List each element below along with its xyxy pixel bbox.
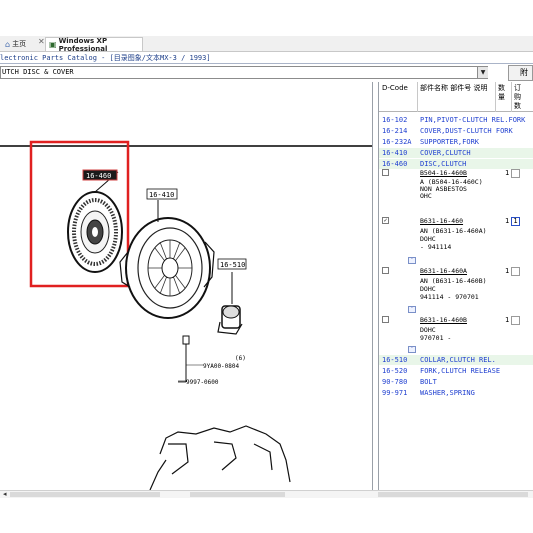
expand-icon[interactable]: · bbox=[408, 306, 416, 313]
order-qty-input[interactable] bbox=[511, 316, 520, 325]
transmission-housing-drawing bbox=[149, 425, 291, 490]
group-select[interactable]: UTCH DISC & COVER bbox=[0, 66, 488, 79]
row-desc: DISC,CLUTCH bbox=[420, 160, 467, 168]
table-row-selected[interactable]: 16-460 DISC,CLUTCH bbox=[379, 159, 533, 169]
header-qty[interactable]: 数量 bbox=[498, 84, 510, 102]
subpart-line: AN (B631-16-460B) bbox=[420, 277, 487, 285]
row-code: 16-214 bbox=[382, 127, 408, 135]
row-desc: WASHER,SPRING bbox=[420, 389, 475, 397]
subpart-item[interactable]: B631-16-460B DOHC 970701 - 1 bbox=[379, 316, 533, 344]
row-code: 16-460 bbox=[382, 160, 408, 168]
row-code: 16-510 bbox=[382, 356, 408, 364]
order-qty-input[interactable] bbox=[511, 169, 520, 178]
release-collar-drawing[interactable] bbox=[217, 272, 243, 335]
expand-icon[interactable]: · bbox=[408, 257, 416, 264]
home-icon: ⌂ bbox=[5, 39, 11, 49]
subpart-item[interactable]: ✓ B631-16-460 AN (B631-16-460A) DOHC - 9… bbox=[379, 217, 533, 251]
app-title: lectronic Parts Catalog - [目录图象/文本MX-3 /… bbox=[0, 54, 211, 62]
header-part-name[interactable]: 部件名称 部件号 说明 bbox=[420, 84, 490, 93]
row-code: 16-520 bbox=[382, 367, 408, 375]
horizontal-scrollbar[interactable] bbox=[10, 492, 160, 497]
status-bar: ◂ bbox=[0, 490, 533, 498]
table-row[interactable]: 99-971 WASHER,SPRING bbox=[379, 388, 533, 398]
subpart-line: DOHC bbox=[420, 235, 436, 243]
table-row[interactable]: 16-510 COLLAR,CLUTCH REL. bbox=[379, 355, 533, 365]
table-row[interactable]: 16-102 PIN,PIVOT-CLUTCH REL.FORK bbox=[379, 115, 533, 125]
callout-washer[interactable]: 9997-0600 bbox=[186, 379, 219, 386]
diagram-pane: 16-460 16-410 16-510 9YA00-0804 (6) 9997… bbox=[0, 82, 373, 490]
bolt-drawing[interactable] bbox=[178, 335, 190, 383]
subpart-line: OHC bbox=[420, 192, 432, 200]
header-order-qty[interactable]: 订购数 bbox=[514, 84, 526, 111]
row-code: 16-410 bbox=[382, 149, 408, 157]
table-row[interactable]: 16-520 FORK,CLUTCH RELEASE bbox=[379, 366, 533, 376]
horizontal-scrollbar[interactable] bbox=[190, 492, 285, 497]
subpart-line: 970701 - bbox=[420, 334, 452, 342]
row-code: 90-780 bbox=[382, 378, 408, 386]
group-select-value: UTCH DISC & COVER bbox=[2, 68, 74, 76]
subpart-line: DOHC bbox=[420, 326, 436, 334]
subpart-checkbox[interactable] bbox=[382, 316, 389, 323]
callout-16-510[interactable]: 16-510 bbox=[220, 261, 245, 269]
parts-grid: D-Code 部件名称 部件号 说明 数量 订购数 16-102 PIN,PIV… bbox=[378, 82, 533, 490]
clutch-cover-drawing[interactable] bbox=[119, 200, 215, 319]
subpart-checkbox[interactable] bbox=[382, 169, 389, 176]
row-desc: BOLT bbox=[420, 378, 437, 386]
row-desc: FORK,CLUTCH RELEASE bbox=[420, 367, 501, 375]
chevron-down-icon[interactable]: ▼ bbox=[477, 67, 488, 78]
subpart-checkbox-checked[interactable]: ✓ bbox=[382, 217, 389, 224]
subpart-line: DOHC bbox=[420, 285, 436, 293]
callout-16-410[interactable]: 16-410 bbox=[149, 191, 174, 199]
subpart-line: - 941114 bbox=[420, 243, 452, 251]
browser-tab-bar: ⌂ 主页 ✕ ▣ Windows XP Professional bbox=[0, 36, 533, 53]
subpart-checkbox[interactable] bbox=[382, 267, 389, 274]
subpart-number[interactable]: B631-16-460 bbox=[420, 217, 463, 225]
row-desc: COLLAR,CLUTCH REL. bbox=[420, 356, 496, 364]
subpart-line: 941114 - 970701 bbox=[420, 293, 479, 301]
subpart-item[interactable]: B631-16-460A AN (B631-16-460B) DOHC 9411… bbox=[379, 267, 533, 301]
subpart-qty: 1 bbox=[505, 169, 510, 177]
scroll-left-icon[interactable]: ◂ bbox=[3, 490, 7, 498]
row-code: 16-102 bbox=[382, 116, 408, 124]
subpart-item[interactable]: B504-16-460B A (B504-16-460C) NON ASBEST… bbox=[379, 169, 533, 203]
callout-bolt[interactable]: 9YA00-0804 bbox=[203, 363, 240, 370]
attach-button-label: 附 bbox=[520, 68, 528, 77]
row-desc: COVER,DUST-CLUTCH FORK bbox=[420, 127, 513, 135]
header-dcode[interactable]: D-Code bbox=[382, 84, 408, 93]
tab-windows-xp[interactable]: ▣ Windows XP Professional bbox=[45, 36, 143, 53]
callout-qty: (6) bbox=[235, 355, 246, 362]
row-code: 99-971 bbox=[382, 389, 408, 397]
row-desc: COVER,CLUTCH bbox=[420, 149, 471, 157]
subpart-qty: 1 bbox=[505, 267, 510, 275]
table-row[interactable]: 16-232A SUPPORTER,FORK bbox=[379, 137, 533, 147]
subpart-qty: 1 bbox=[505, 217, 510, 225]
subpart-number[interactable]: B631-16-460B bbox=[420, 316, 467, 324]
expand-icon[interactable]: · bbox=[408, 346, 416, 353]
vm-icon: ▣ bbox=[49, 40, 57, 49]
app-title-bar: lectronic Parts Catalog - [目录图象/文本MX-3 /… bbox=[0, 52, 533, 64]
table-row[interactable]: 16-214 COVER,DUST-CLUTCH FORK bbox=[379, 126, 533, 136]
attach-button[interactable]: 附 bbox=[508, 65, 533, 81]
exploded-diagram: 16-460 16-410 16-510 9YA00-0804 (6) 9997… bbox=[0, 140, 372, 490]
order-qty-input[interactable] bbox=[511, 267, 520, 276]
subpart-number[interactable]: B631-16-460A bbox=[420, 267, 467, 275]
clutch-disc-drawing[interactable] bbox=[67, 171, 123, 273]
horizontal-scrollbar[interactable] bbox=[378, 492, 528, 497]
row-desc: SUPPORTER,FORK bbox=[420, 138, 480, 146]
table-row[interactable]: 16-410 COVER,CLUTCH bbox=[379, 148, 533, 158]
subpart-line: AN (B631-16-460A) bbox=[420, 227, 487, 235]
close-icon[interactable]: ✕ bbox=[38, 37, 45, 46]
subpart-qty: 1 bbox=[505, 316, 510, 324]
tab-windows-xp-label: Windows XP Professional bbox=[58, 36, 108, 53]
table-row[interactable]: 90-780 BOLT bbox=[379, 377, 533, 387]
row-desc: PIN,PIVOT-CLUTCH REL.FORK bbox=[420, 116, 526, 124]
callout-16-460[interactable]: 16-460 bbox=[86, 172, 111, 180]
grid-header: D-Code 部件名称 部件号 说明 数量 订购数 bbox=[379, 82, 533, 112]
subpart-number[interactable]: B504-16-460B bbox=[420, 169, 467, 177]
tab-home-label: 主页 bbox=[12, 40, 27, 48]
row-code: 16-232A bbox=[382, 138, 412, 146]
order-qty-input[interactable]: 1 bbox=[511, 217, 520, 226]
